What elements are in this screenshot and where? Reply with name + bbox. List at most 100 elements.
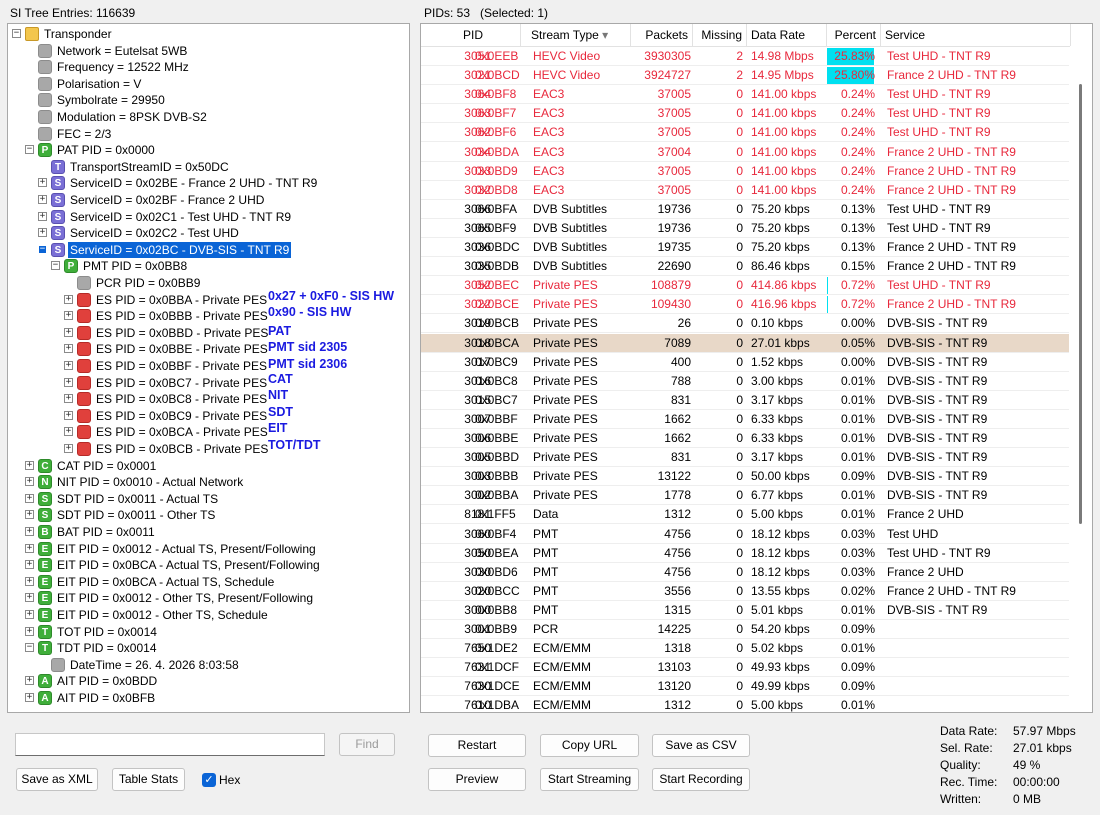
tree-node[interactable]: + S SDT PID = 0x0011 - Actual TS bbox=[8, 491, 409, 508]
tree-node[interactable]: + C CAT PID = 0x0001 bbox=[8, 458, 409, 475]
expand-icon[interactable]: + bbox=[25, 676, 34, 686]
tree-node[interactable]: Modulation = 8PSK DVB-S2 bbox=[8, 109, 409, 126]
table-stats-button[interactable]: Table Stats bbox=[112, 768, 185, 791]
expand-icon[interactable]: + bbox=[25, 527, 34, 536]
tree-node[interactable]: Frequency = 12522 MHz bbox=[8, 59, 409, 76]
save-xml-button[interactable]: Save as XML bbox=[16, 768, 98, 791]
column-header[interactable]: Packets bbox=[631, 24, 693, 46]
table-row[interactable]: 3060 0x0BF4 PMT 4756 0 18.12 kbps 0.03% Test UH… bbox=[421, 525, 1069, 544]
table-row[interactable]: 3065 0x0BF9 DVB Subtitles 19736 0 75.20 kbps 0… bbox=[421, 219, 1069, 238]
expand-icon[interactable]: + bbox=[25, 626, 34, 636]
table-row[interactable]: 3036 0x0BDC DVB Subtitles 19735 0 75.20 kbps 0… bbox=[421, 238, 1069, 258]
tree-node[interactable]: + A AIT PID = 0x0BDD bbox=[8, 673, 409, 690]
tree-node[interactable]: + E EIT PID = 0x0012 - Actual TS, Present/… bbox=[8, 541, 409, 558]
table-row[interactable]: 3063 0x0BF7 EAC3 37005 0 141.00 kbps 0.24% Test… bbox=[421, 104, 1069, 124]
expand-icon[interactable]: + bbox=[25, 610, 34, 619]
tree-node[interactable]: + ES PID = 0x0BC9 - Private PES SDT bbox=[8, 405, 409, 425]
expand-icon[interactable]: + bbox=[64, 361, 73, 370]
tree-node[interactable]: Polarisation = V bbox=[8, 76, 409, 93]
table-row[interactable]: 3000 0x0BB8 PMT 1315 0 5.01 kbps 0.01% DVB-SIS … bbox=[421, 601, 1069, 620]
table-row[interactable]: 3003 0x0BBB Private PES 13122 0 50.00 kbps 0.0… bbox=[421, 467, 1069, 487]
table-row[interactable]: 3016 0x0BC8 Private PES 788 0 3.00 kbps 0.01% D… bbox=[421, 372, 1069, 391]
column-header[interactable]: Stream Type ▾ bbox=[521, 24, 631, 46]
tree-node[interactable]: + E EIT PID = 0x0012 - Other TS, Present/F… bbox=[8, 590, 409, 607]
tree-node[interactable]: + B BAT PID = 0x0011 bbox=[8, 524, 409, 541]
expand-icon[interactable]: + bbox=[64, 394, 73, 404]
table-row[interactable]: 3030 0x0BD6 PMT 4756 0 18.12 kbps 0.03% France … bbox=[421, 563, 1069, 582]
expand-icon[interactable]: + bbox=[25, 460, 34, 470]
expand-icon[interactable]: + bbox=[25, 576, 34, 586]
tree-node[interactable]: + S ServiceID = 0x02BF - France 2 UHD bbox=[8, 192, 409, 209]
tree-node[interactable]: + ES PID = 0x0BBB - Private PES 0x90 - SIS… bbox=[8, 305, 409, 325]
collapse-icon[interactable]: − bbox=[38, 244, 47, 254]
table-row[interactable]: 3002 0x0BBA Private PES 1778 0 6.77 kbps 0.01%… bbox=[421, 486, 1069, 506]
table-row[interactable]: 7650 0x1DE2 ECM/EMM 1318 0 5.02 kbps 0.01% bbox=[421, 639, 1069, 659]
copy-url-button[interactable]: Copy URL bbox=[540, 734, 639, 757]
tree-node[interactable]: + E EIT PID = 0x0012 - Other TS, Schedule bbox=[8, 607, 409, 624]
table-row[interactable]: 3005 0x0BBD Private PES 831 0 3.17 kbps 0.01% D… bbox=[421, 448, 1069, 468]
table-row[interactable]: 7631 0x1DCF ECM/EMM 13103 0 49.93 kbps 0.09% bbox=[421, 658, 1069, 678]
hex-checkbox[interactable]: ✓ bbox=[202, 773, 216, 787]
table-row[interactable]: 3052 0x0BEC Private PES 108879 0 414.86 kbps 0… bbox=[421, 276, 1069, 296]
search-input[interactable] bbox=[15, 733, 325, 756]
tree-node[interactable]: + N NIT PID = 0x0010 - Actual Network bbox=[8, 474, 409, 491]
tree-node[interactable]: − Transponder bbox=[8, 26, 409, 43]
expand-icon[interactable]: + bbox=[64, 344, 73, 354]
expand-icon[interactable]: + bbox=[38, 211, 47, 221]
table-row[interactable]: 3066 0x0BFA DVB Subtitles 19736 0 75.20 kbps 0… bbox=[421, 200, 1069, 219]
tree-node[interactable]: + S ServiceID = 0x02C2 - Test UHD bbox=[8, 225, 409, 242]
tree-node[interactable]: − S ServiceID = 0x02BC - DVB-SIS - TNT R9 bbox=[8, 241, 409, 259]
table-row[interactable]: 3021 0x0BCD HEVC Video 3924727 2 14.95 Mbps 25… bbox=[421, 66, 1069, 86]
save-csv-button[interactable]: Save as CSV bbox=[652, 734, 750, 757]
restart-button[interactable]: Restart bbox=[428, 734, 526, 757]
table-row[interactable]: 3062 0x0BF6 EAC3 37005 0 141.00 kbps 0.24% Test… bbox=[421, 123, 1069, 143]
column-header[interactable]: PID bbox=[421, 24, 521, 46]
tree-node[interactable]: + ES PID = 0x0BCA - Private PES EIT bbox=[8, 421, 409, 441]
column-header[interactable]: Service bbox=[881, 24, 1071, 46]
tree-node[interactable]: − P PMT PID = 0x0BB8 bbox=[8, 258, 409, 275]
tree-node[interactable]: + ES PID = 0x0BC7 - Private PES CAT bbox=[8, 372, 409, 392]
column-header[interactable]: Missing bbox=[693, 24, 747, 46]
expand-icon[interactable]: + bbox=[25, 493, 34, 503]
si-tree[interactable]: − Transponder Network = Eutelsat 5WB Freque… bbox=[7, 23, 410, 713]
tree-node[interactable]: + S SDT PID = 0x0011 - Other TS bbox=[8, 507, 409, 524]
start-streaming-button[interactable]: Start Streaming bbox=[540, 768, 639, 791]
tree-node[interactable]: T TransportStreamID = 0x50DC bbox=[8, 159, 409, 176]
expand-icon[interactable]: + bbox=[25, 543, 34, 553]
table-row[interactable]: 3017 0x0BC9 Private PES 400 0 1.52 kbps 0.00% D… bbox=[421, 353, 1069, 372]
tree-node[interactable]: + S ServiceID = 0x02C1 - Test UHD - TNT R9 bbox=[8, 209, 409, 226]
expand-icon[interactable]: + bbox=[25, 477, 34, 487]
expand-icon[interactable]: + bbox=[25, 560, 34, 570]
expand-icon[interactable]: + bbox=[64, 294, 73, 304]
table-row[interactable]: 3035 0x0BDB DVB Subtitles 22690 0 86.46 kbps 0… bbox=[421, 257, 1069, 277]
expand-icon[interactable]: + bbox=[25, 593, 34, 603]
find-button[interactable]: Find bbox=[339, 733, 395, 756]
expand-icon[interactable]: + bbox=[38, 228, 47, 238]
collapse-icon[interactable]: − bbox=[51, 261, 60, 271]
table-row[interactable]: 3018 0x0BCA Private PES 7089 0 27.01 kbps 0.05… bbox=[421, 333, 1069, 353]
collapse-icon[interactable]: − bbox=[12, 29, 21, 38]
expand-icon[interactable]: + bbox=[64, 427, 73, 437]
table-row[interactable]: 3051 0x0EEB HEVC Video 3930305 2 14.98 Mbps 25… bbox=[421, 47, 1069, 67]
table-row[interactable]: 3033 0x0BD9 EAC3 37005 0 141.00 kbps 0.24% Fran… bbox=[421, 162, 1069, 181]
table-row[interactable]: 3064 0x0BF8 EAC3 37005 0 141.00 kbps 0.24% Test… bbox=[421, 85, 1069, 105]
tree-node[interactable]: + S ServiceID = 0x02BE - France 2 UHD - TN… bbox=[8, 175, 409, 192]
preview-button[interactable]: Preview bbox=[428, 768, 526, 791]
table-row[interactable]: 3032 0x0BD8 EAC3 37005 0 141.00 kbps 0.24% Fran… bbox=[421, 181, 1069, 200]
expand-icon[interactable]: + bbox=[38, 178, 47, 188]
expand-icon[interactable]: + bbox=[64, 410, 73, 420]
tree-node[interactable]: + ES PID = 0x0BCB - Private PES TOT/TDT bbox=[8, 438, 409, 458]
tree-node[interactable]: + A AIT PID = 0x0BFB bbox=[8, 690, 409, 707]
table-row[interactable]: 3015 0x0BC7 Private PES 831 0 3.17 kbps 0.01% D… bbox=[421, 391, 1069, 410]
tree-node[interactable]: − P PAT PID = 0x0000 bbox=[8, 142, 409, 159]
tree-node[interactable]: + ES PID = 0x0BBD - Private PES PAT bbox=[8, 324, 409, 342]
expand-icon[interactable]: + bbox=[64, 377, 73, 387]
table-row[interactable]: 3020 0x0BCC PMT 3556 0 13.55 kbps 0.02% France … bbox=[421, 582, 1069, 601]
expand-icon[interactable]: + bbox=[25, 693, 34, 702]
expand-icon[interactable]: + bbox=[64, 327, 73, 337]
column-header[interactable]: Percent bbox=[827, 24, 881, 46]
tree-node[interactable]: + ES PID = 0x0BBF - Private PES PMT sid 23… bbox=[8, 357, 409, 375]
tree-node[interactable]: + T TOT PID = 0x0014 bbox=[8, 624, 409, 641]
collapse-icon[interactable]: − bbox=[25, 145, 34, 155]
column-header[interactable]: Data Rate bbox=[747, 24, 827, 46]
